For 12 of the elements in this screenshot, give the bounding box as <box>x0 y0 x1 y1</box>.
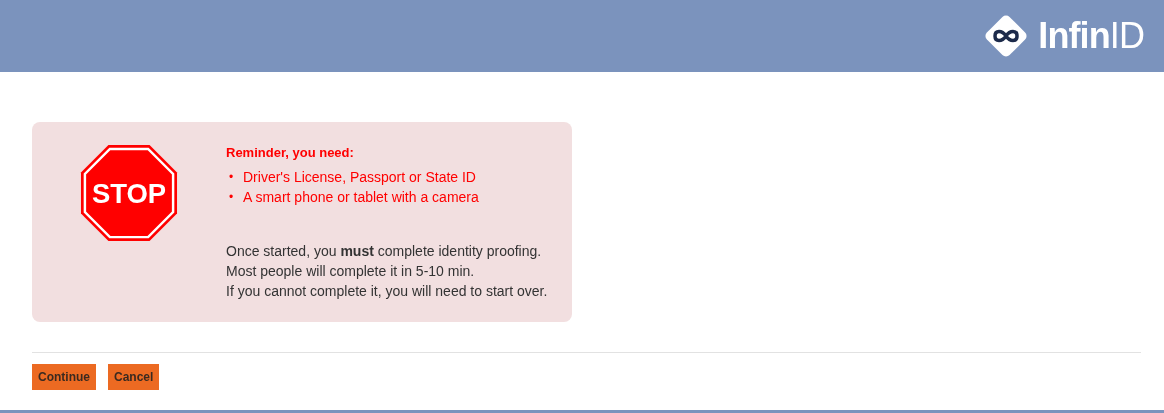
bullet-icon: • <box>229 167 243 187</box>
info-text: If you cannot complete it, you will need to start over. <box>226 282 548 301</box>
bullet-icon: • <box>229 187 243 207</box>
info-text: Once started, you must complete identity proofing. <box>226 242 543 261</box>
info-text: Most people will complete it in 5-10 min. <box>226 262 476 281</box>
action-button[interactable]: Continue <box>32 364 96 390</box>
logo-text: InfinID <box>1038 18 1144 54</box>
requirement-item: A smart phone or tablet with a camera <box>243 188 479 207</box>
stop-sign-icon: STOP <box>80 144 178 242</box>
requirement-item: Driver's License, Passport or State ID <box>243 168 476 187</box>
reminder-heading: Reminder, you need: <box>226 145 355 161</box>
action-button[interactable]: Cancel <box>108 364 160 390</box>
